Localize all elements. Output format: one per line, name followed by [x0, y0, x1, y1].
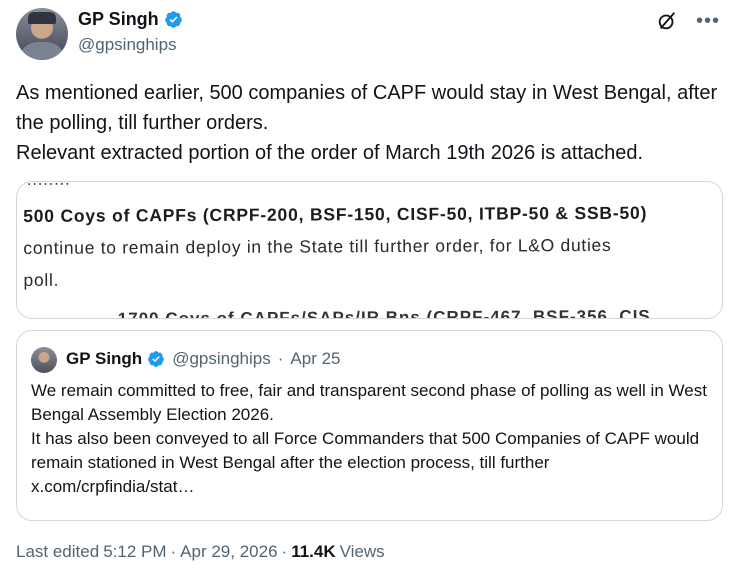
quote-avatar — [31, 347, 57, 373]
quote-header: GP Singh @gpsinghips · Apr 25 — [66, 349, 341, 369]
scan-line-4: ...... 1700 Coys of CAPFs/SAPs/IR Bns (C… — [77, 306, 651, 319]
footer-separator: · — [170, 542, 177, 561]
footer-separator: · — [281, 542, 288, 561]
verified-badge-icon — [148, 351, 165, 367]
views-label: Views — [339, 542, 385, 561]
top-actions: ••• — [656, 10, 720, 32]
author-name[interactable]: GP Singh — [78, 9, 159, 30]
quote-handle: @gpsinghips — [172, 349, 271, 368]
author-handle[interactable]: @gpsinghips — [78, 35, 177, 55]
verified-badge-icon — [164, 11, 182, 28]
avatar-shoulders — [18, 42, 66, 60]
author-avatar[interactable] — [16, 8, 68, 60]
scan-line-1: 500 Coys of CAPFs (CRPF-200, BSF-150, CI… — [23, 202, 648, 226]
quote-date: Apr 25 — [290, 349, 341, 368]
attached-image[interactable]: ........ 500 Coys of CAPFs (CRPF-200, BS… — [16, 181, 723, 319]
scan-top-fragment: ........ — [27, 182, 71, 190]
views-count: 11.4K — [291, 542, 336, 561]
scan-line-2: continue to remain deploy in the State t… — [23, 234, 612, 258]
edited-label[interactable]: Last edited — [16, 542, 99, 562]
tweet-footer: Last edited 5:12 PM · Apr 29, 2026 · 11.… — [16, 542, 385, 562]
post-date[interactable]: Apr 29, 2026 — [180, 542, 277, 562]
scan-line-3: poll. — [23, 269, 60, 290]
scanned-document: ........ 500 Coys of CAPFs (CRPF-200, BS… — [17, 182, 722, 319]
quote-author-name: GP Singh — [66, 349, 143, 368]
avatar-cap — [28, 12, 56, 24]
more-icon[interactable]: ••• — [696, 10, 720, 32]
tweet-text: As mentioned earlier, 500 companies of C… — [16, 82, 718, 164]
quote-separator: · — [277, 349, 284, 368]
grok-icon[interactable] — [656, 10, 678, 32]
quoted-tweet[interactable]: GP Singh @gpsinghips · Apr 25 We remain … — [16, 330, 723, 521]
author-name-row: GP Singh — [78, 9, 183, 30]
post-time[interactable]: 5:12 PM — [103, 542, 166, 562]
quote-text: We remain committed to free, fair and tr… — [31, 381, 707, 496]
